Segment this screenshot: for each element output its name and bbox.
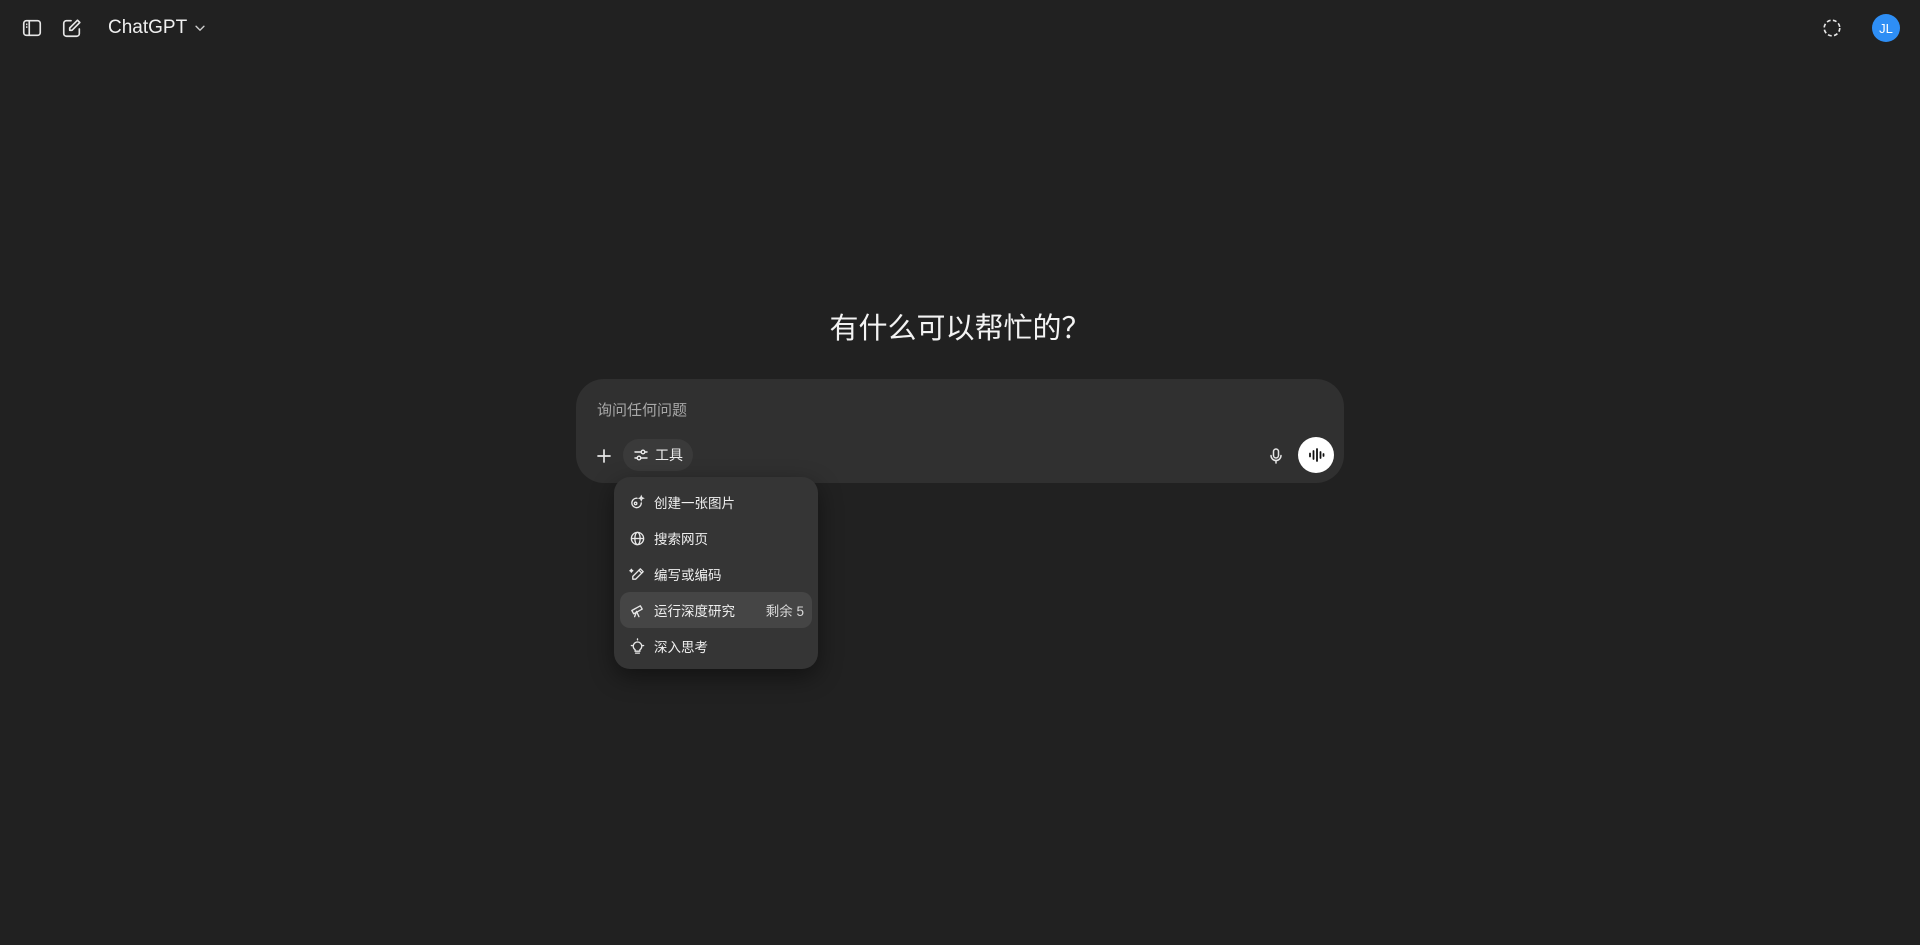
menu-item-label: 搜索网页 [654, 532, 708, 547]
dictate-button[interactable] [1262, 442, 1290, 470]
pen-icon [628, 565, 646, 583]
menu-item-label: 深入思考 [654, 640, 708, 655]
menu-item-search-web[interactable]: 搜索网页 [620, 520, 812, 556]
tools-menu: 创建一张图片 搜索网页 编写或编码 运行深度研究 剩余 5 深入思考 [614, 477, 818, 669]
page-title: 有什么可以帮忙的？ [829, 313, 1091, 345]
menu-item-write-code[interactable]: 编写或编码 [620, 556, 812, 592]
menu-item-deep-research[interactable]: 运行深度研究 剩余 5 [620, 592, 812, 628]
image-sparkle-icon [628, 493, 646, 511]
lightbulb-icon [628, 637, 646, 655]
microphone-icon [1270, 448, 1282, 464]
chevron-down-icon [195, 25, 205, 32]
menu-item-think-deeply[interactable]: 深入思考 [620, 628, 812, 664]
waveform-icon [1309, 448, 1325, 462]
menu-item-label: 编写或编码 [654, 568, 722, 583]
attach-button[interactable] [590, 442, 618, 470]
telescope-icon [628, 601, 646, 619]
menu-item-label: 创建一张图片 [654, 496, 735, 511]
model-switcher[interactable]: ChatGPT [108, 17, 207, 39]
menu-item-label: 运行深度研究 [654, 604, 735, 619]
temporary-chat-button[interactable] [1816, 12, 1848, 44]
top-bar: ChatGPT JL [0, 0, 1920, 56]
plus-icon [597, 449, 611, 463]
composer: 询问任何问题 工具 [576, 379, 1344, 483]
new-chat-button[interactable] [56, 12, 88, 44]
prompt-input[interactable]: 询问任何问题 [597, 399, 687, 420]
remaining-count-badge: 剩余 5 [765, 604, 804, 619]
menu-item-create-image[interactable]: 创建一张图片 [620, 484, 812, 520]
tools-button[interactable]: 工具 [623, 439, 693, 471]
sliders-icon [634, 449, 648, 461]
sidebar-toggle-button[interactable] [16, 12, 48, 44]
tools-label: 工具 [655, 447, 683, 463]
voice-mode-button[interactable] [1298, 437, 1334, 473]
avatar[interactable]: JL [1872, 14, 1900, 42]
edit-icon [62, 19, 81, 38]
globe-icon [628, 529, 646, 547]
top-bar-right: JL [1816, 12, 1904, 44]
top-bar-left: ChatGPT [16, 12, 207, 44]
model-name: ChatGPT [108, 17, 188, 38]
dashed-circle-icon [1823, 19, 1841, 37]
sidebar-icon [22, 19, 42, 37]
